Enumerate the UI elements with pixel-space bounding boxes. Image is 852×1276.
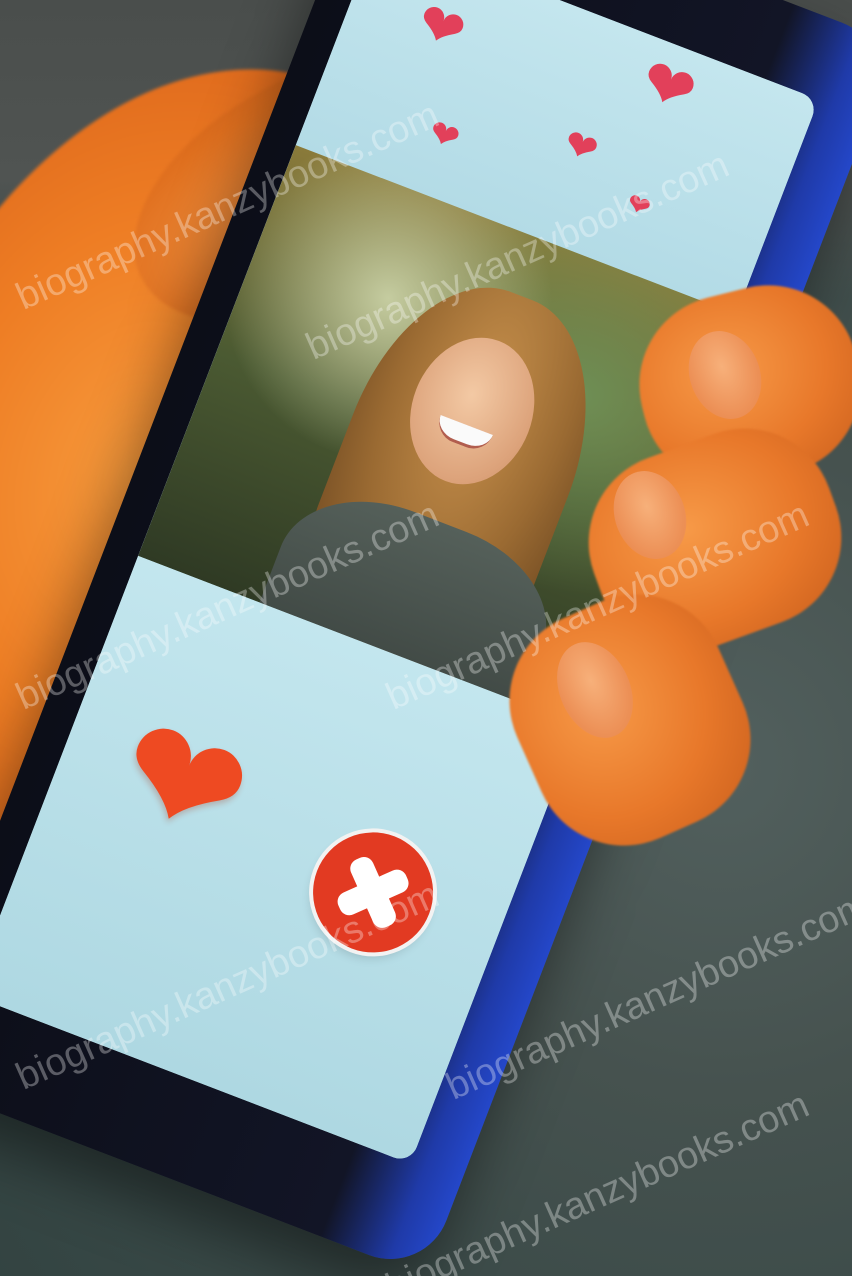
- reject-button[interactable]: [295, 814, 451, 970]
- photo-scene: ❤ ❤ ❤ ❤ ❤ ❤ biography.kanzybooks.com bio…: [0, 0, 852, 1276]
- like-button[interactable]: ❤: [94, 681, 272, 883]
- heart-icon: ❤: [630, 43, 707, 130]
- heart-icon: ❤: [622, 186, 656, 225]
- heart-icon: ❤: [422, 110, 466, 160]
- heart-icon: ❤: [557, 120, 605, 174]
- heart-icon: ❤: [408, 0, 475, 65]
